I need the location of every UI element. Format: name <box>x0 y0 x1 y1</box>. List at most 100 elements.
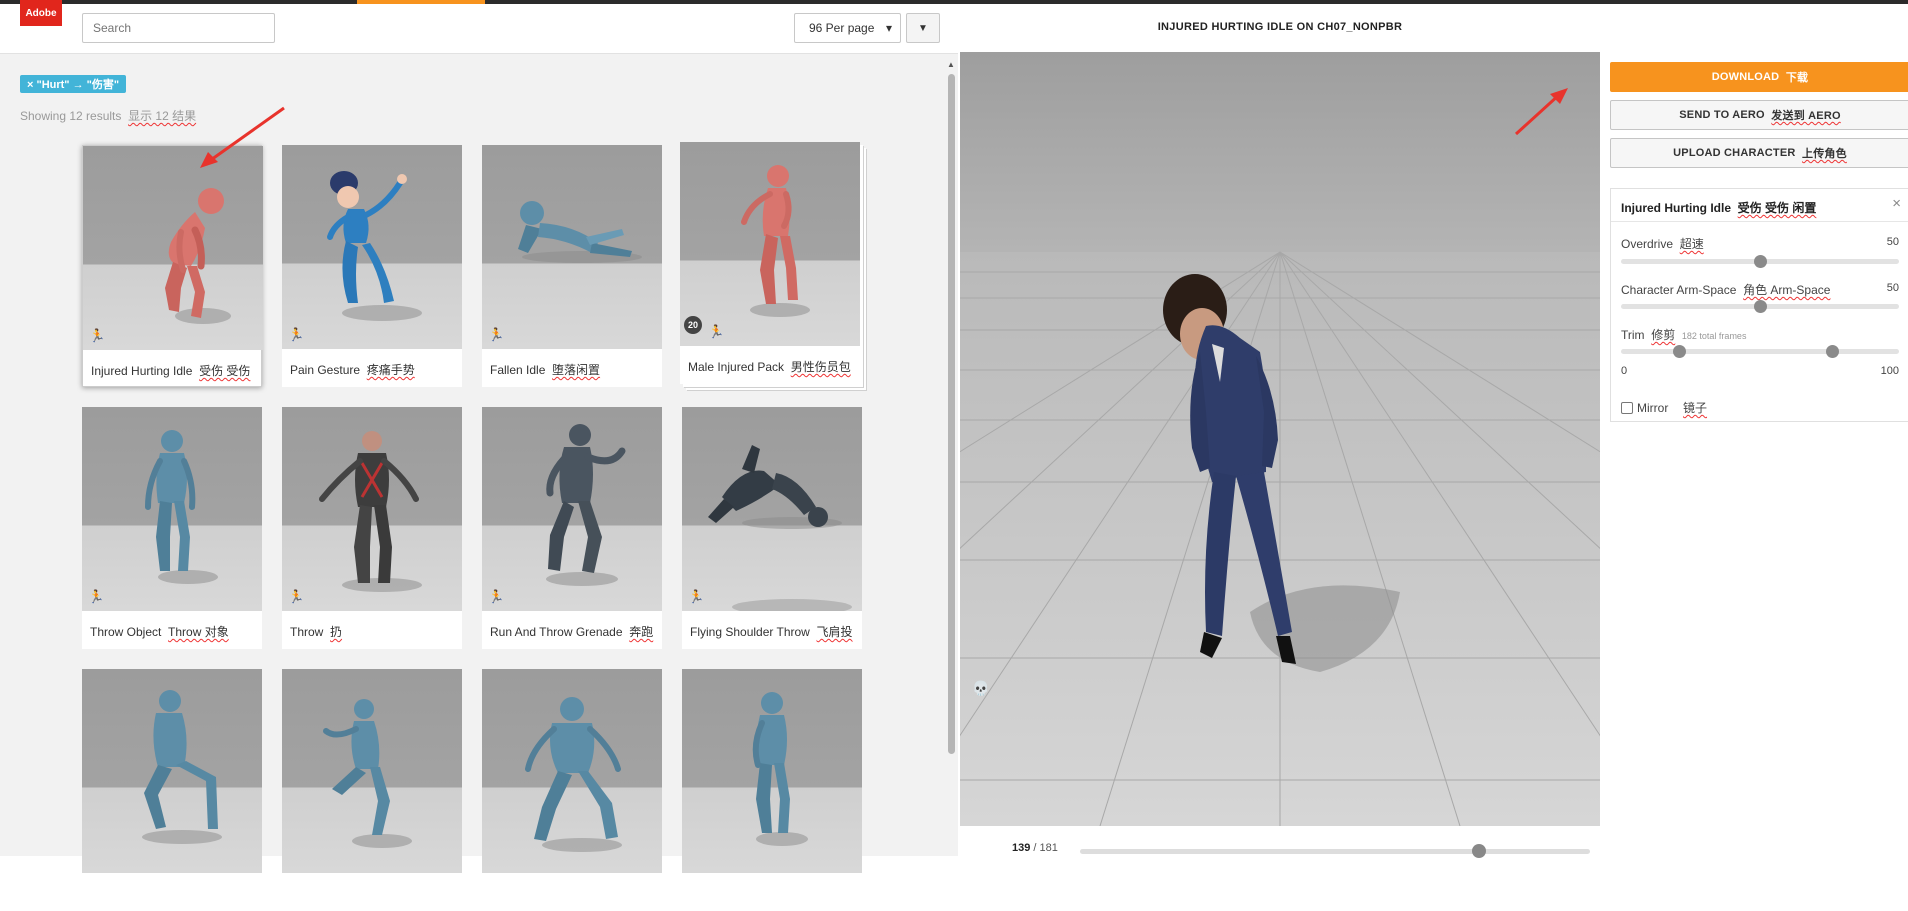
card-label: Fallen Idle 堕落闲置 <box>490 361 600 378</box>
cartoon-character-figure <box>327 171 422 321</box>
checkbox-icon[interactable] <box>1621 401 1633 414</box>
results-count: Showing 12 results 显示 12 结果 <box>20 107 196 124</box>
trim-min: 0 <box>1621 365 1628 377</box>
trim-end-handle[interactable] <box>1826 345 1840 358</box>
per-page-select[interactable]: 96 Per page ▾ <box>794 13 901 43</box>
running-man-icon: 🏃 <box>88 589 105 604</box>
card-label-en: Pain Gesture <box>290 363 361 377</box>
card-label-cn: 受伤 受伤 <box>199 364 251 378</box>
overdrive-slider[interactable] <box>1621 255 1899 268</box>
send-aero-label-cn: 发送到 AERO <box>1771 110 1841 122</box>
card-label: Injured Hurting Idle 受伤 受伤 <box>91 362 250 379</box>
mirror-checkbox[interactable]: Mirror 镜子 <box>1621 399 1707 416</box>
close-icon[interactable]: × <box>1892 195 1901 212</box>
pack-count-badge: 20 <box>684 316 702 334</box>
running-man-icon: 🏃 <box>488 589 505 604</box>
trim-label-en: Trim <box>1621 328 1645 342</box>
running-man-icon: 🏃 <box>488 327 505 342</box>
mannequin-figure <box>145 430 218 584</box>
card-label-cn: 堕落闲置 <box>552 363 601 377</box>
trim-start-handle[interactable] <box>1673 345 1687 358</box>
overdrive-value: 50 <box>1886 236 1899 248</box>
animation-card[interactable] <box>282 669 462 911</box>
animation-thumbnail: 20 🏃 <box>680 142 860 346</box>
running-man-icon: 🏃 <box>688 589 705 604</box>
settings-title-en: Injured Hurting Idle <box>1621 201 1731 215</box>
mannequin-figure <box>165 188 231 324</box>
settings-title-cn: 受伤 受伤 闲置 <box>1737 201 1817 215</box>
animation-pack-card[interactable]: 20 🏃 Male Injured Pack 男性伤员包 <box>680 142 860 384</box>
animation-card[interactable] <box>682 669 862 911</box>
overdrive-slider-handle[interactable] <box>1754 255 1767 268</box>
running-man-icon: 🏃 <box>288 589 305 604</box>
animation-thumbnail: 🏃 <box>83 146 263 350</box>
animation-card[interactable]: 🏃 Throw Object Throw 对象 <box>82 407 262 649</box>
results-count-cn: 显示 12 结果 <box>128 109 197 123</box>
frame-counter: 139 / 181 <box>1012 842 1058 854</box>
running-man-icon: 🏃 <box>288 327 305 342</box>
sort-dropdown-button[interactable]: ▼ <box>906 13 940 43</box>
card-label-en: Male Injured Pack <box>688 360 785 374</box>
search-toolbar: Adobe 96 Per page ▾ ▼ <box>0 0 958 54</box>
arm-space-slider-handle[interactable] <box>1754 300 1767 313</box>
running-man-icon: 🏃 <box>708 324 725 339</box>
overdrive-label: Overdrive 超速 <box>1621 235 1704 252</box>
search-input[interactable] <box>82 13 275 43</box>
card-label-cn: 疼痛手势 <box>366 363 415 377</box>
send-to-aero-button[interactable]: SEND TO AERO 发送到 AERO <box>1610 100 1908 130</box>
download-button[interactable]: DOWNLOAD 下载 <box>1610 62 1908 92</box>
adobe-logo[interactable]: Adobe <box>20 0 62 26</box>
animation-thumbnail: 🏃 <box>282 145 462 349</box>
card-label-cn: 扔 <box>330 625 343 639</box>
timeline-scrubber[interactable] <box>1080 844 1590 858</box>
card-label-cn: 男性伤员包 <box>790 360 851 374</box>
animation-card[interactable]: 🏃 Throw 扔 <box>282 407 462 649</box>
mannequin-figure <box>525 697 622 852</box>
soldier-figure <box>708 445 852 611</box>
card-label: Throw 扔 <box>290 623 342 640</box>
3d-viewport[interactable]: 💀 <box>960 52 1600 826</box>
skeleton-toggle-icon[interactable]: 💀 <box>972 680 989 697</box>
overdrive-label-cn: 超速 <box>1679 237 1704 251</box>
animation-card[interactable]: 🏃 Run And Throw Grenade 奔跑 <box>482 407 662 649</box>
card-label: Male Injured Pack 男性伤员包 <box>688 358 851 375</box>
upload-character-button[interactable]: UPLOAD CHARACTER 上传角色 <box>1610 138 1908 168</box>
animation-card[interactable] <box>482 669 662 911</box>
card-label-en: Injured Hurting Idle <box>91 364 193 378</box>
download-label: DOWNLOAD <box>1711 71 1780 83</box>
animation-thumbnail <box>82 669 262 873</box>
filter-tag[interactable]: × "Hurt" → "伤害" <box>20 75 127 93</box>
animation-card[interactable]: 🏃 Flying Shoulder Throw 飞肩投 <box>682 407 862 649</box>
soldier-figure <box>546 424 626 586</box>
trim-range-slider[interactable] <box>1621 345 1899 358</box>
trim-total-frames: 182 total frames <box>1681 331 1747 341</box>
mannequin-figure <box>142 690 222 844</box>
arm-space-value: 50 <box>1886 282 1899 294</box>
send-aero-label: SEND TO AERO <box>1679 109 1765 121</box>
animation-card[interactable] <box>82 669 262 911</box>
current-frame: 139 <box>1012 842 1031 854</box>
results-scrollbar[interactable]: ▲ <box>947 60 957 856</box>
mirror-label: Mirror <box>1637 400 1669 415</box>
animation-thumbnail <box>482 669 662 873</box>
per-page-value: 96 Per page <box>809 21 875 35</box>
upload-label: UPLOAD CHARACTER <box>1673 147 1796 159</box>
mannequin-figure <box>323 699 412 848</box>
card-label: Run And Throw Grenade 奔跑 <box>490 623 653 640</box>
arm-space-slider[interactable] <box>1621 300 1899 313</box>
armored-character-figure <box>319 431 422 592</box>
animation-card[interactable]: 🏃 Fallen Idle 堕落闲置 <box>482 145 662 387</box>
scrollbar-thumb[interactable] <box>948 74 955 754</box>
animation-card[interactable]: 🏃 Injured Hurting Idle 受伤 受伤 <box>82 145 263 387</box>
divider <box>1611 221 1908 222</box>
chevron-down-icon: ▾ <box>885 21 892 35</box>
animation-thumbnail: 🏃 <box>282 407 462 611</box>
animation-thumbnail: 🏃 <box>82 407 262 611</box>
mirror-label-cn: 镜子 <box>1683 401 1708 415</box>
mannequin-figure <box>518 201 642 263</box>
arm-space-label: Character Arm-Space 角色 Arm-Space <box>1621 281 1830 298</box>
results-count-en: Showing 12 results <box>20 109 122 123</box>
card-label-en: Throw Object <box>90 625 162 639</box>
scroll-up-arrow-icon[interactable]: ▲ <box>947 60 955 69</box>
animation-card[interactable]: 🏃 Pain Gesture 疼痛手势 <box>282 145 462 387</box>
